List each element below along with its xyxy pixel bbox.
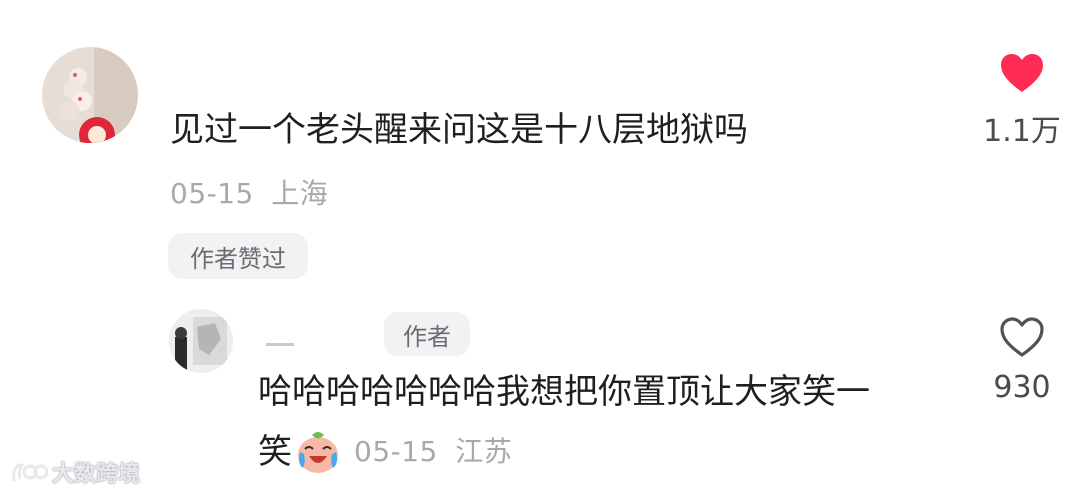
comment-location: 上海 [271,177,329,210]
comment-like-area[interactable]: 1.1万 [972,52,1072,150]
comment-date: 05-15 [170,177,254,210]
reply-text-line2-content: 笑 [258,432,292,472]
heart-filled-icon[interactable] [999,52,1045,94]
reply-text-line2: 笑 05-15 江苏 [258,430,512,474]
reply-username-placeholder[interactable] [266,343,294,346]
reply-avatar[interactable] [169,309,233,373]
commenter-avatar[interactable] [42,47,138,143]
comment-meta: 05-15 上海 [170,172,328,212]
watermark: 大数跨境 [10,456,140,488]
comment-like-count: 1.1万 [983,114,1061,149]
author-badge: 作者 [384,312,470,356]
heart-outline-icon[interactable] [999,316,1045,358]
reply-date: 05-15 [354,435,438,468]
author-liked-badge: 作者赞过 [168,233,308,279]
watermark-text: 大数跨境 [52,462,141,487]
crying-laughing-emoji-icon [298,432,338,473]
reply-meta: 05-15 江苏 [354,432,512,472]
reply-text-line1: 哈哈哈哈哈哈哈我想把你置顶让大家笑一 [258,372,870,412]
comment-text: 见过一个老头醒来问这是十八层地狱吗 [170,110,748,150]
watermark-logo-icon [12,463,48,482]
reply-location: 江苏 [455,435,513,468]
reply-like-area[interactable]: 930 [970,316,1074,405]
reply-like-count: 930 [993,370,1051,405]
